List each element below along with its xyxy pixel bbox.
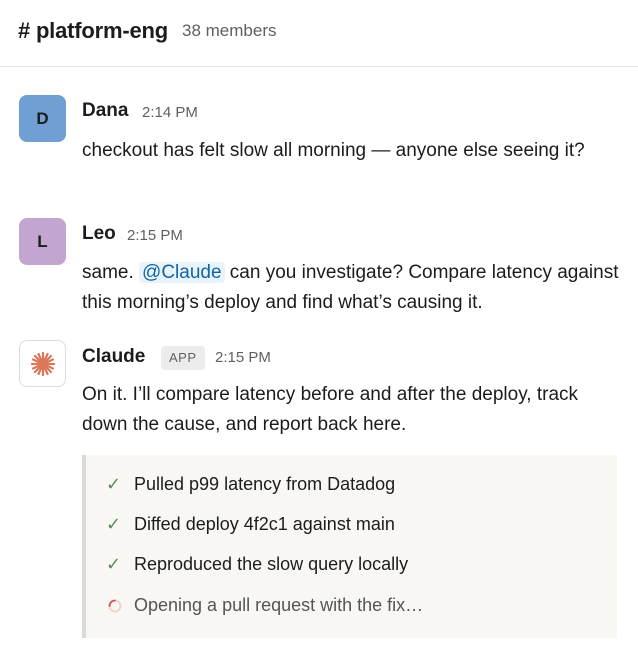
spinner-icon (108, 599, 122, 612)
message-timestamp[interactable]: 2:14 PM (142, 104, 198, 121)
author-name[interactable]: Claude (82, 346, 145, 368)
channel-header: # platform-eng 38 members (0, 0, 638, 67)
member-count[interactable]: 38 members (182, 21, 276, 41)
task-item: ✓ Reproduced the slow query locally (106, 554, 408, 575)
checkmark-icon: ✓ (106, 554, 122, 574)
message-timestamp[interactable]: 2:15 PM (215, 349, 271, 366)
message-text: On it. I’ll compare latency before and a… (82, 384, 579, 435)
task-label: Pulled p99 latency from Datadog (134, 474, 396, 494)
task-label: Reproduced the slow query locally (134, 554, 409, 574)
avatar[interactable] (19, 340, 66, 387)
avatar[interactable]: L (19, 218, 66, 265)
message-timestamp[interactable]: 2:15 PM (127, 227, 183, 244)
message-text: checkout has felt slow all morning — any… (82, 140, 585, 161)
task-item: ✓ Diffed deploy 4f2c1 against main (106, 514, 395, 535)
task-label: Diffed deploy 4f2c1 against main (134, 514, 395, 534)
avatar[interactable]: D (19, 95, 66, 142)
checkmark-icon: ✓ (106, 514, 122, 534)
task-label: Opening a pull request with the fix… (134, 595, 424, 615)
message-text: same. @Claude can you investigate? Compa… (82, 258, 622, 318)
task-item: Opening a pull request with the fix… (106, 595, 423, 616)
claude-asterisk-icon (30, 351, 55, 376)
checkmark-icon: ✓ (106, 474, 122, 494)
app-badge: APP (161, 346, 205, 370)
mention-claude[interactable]: @Claude (139, 262, 225, 283)
message-text-part: same. (82, 262, 140, 283)
task-progress-list: ✓ Pulled p99 latency from Datadog ✓ Diff… (82, 455, 617, 638)
task-item: ✓ Pulled p99 latency from Datadog (106, 474, 395, 495)
author-name[interactable]: Leo (82, 223, 116, 245)
channel-name[interactable]: # platform-eng (18, 18, 168, 44)
author-name[interactable]: Dana (82, 100, 128, 122)
